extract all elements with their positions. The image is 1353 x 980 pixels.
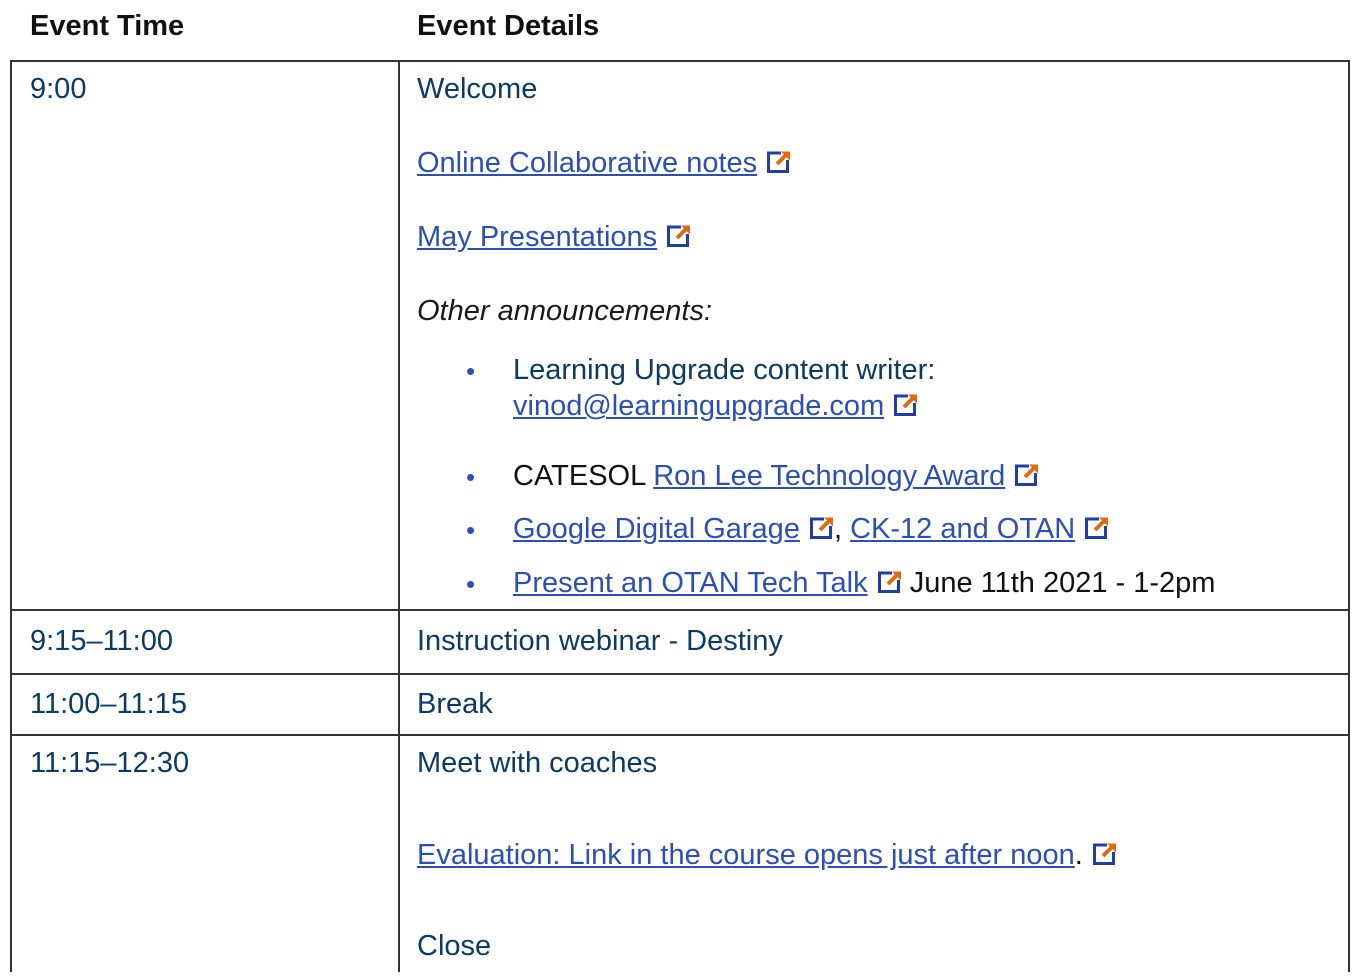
evaluation-link[interactable]: Evaluation: Link in the course opens jus… xyxy=(417,839,1075,871)
bullet-link-row: vinod@learningupgrade.com xyxy=(513,389,918,424)
event-title: Instruction webinar - Destiny xyxy=(417,625,783,657)
row-divider xyxy=(10,673,1350,675)
event-time: 9:15–11:00 xyxy=(30,625,173,657)
external-link-icon[interactable] xyxy=(809,517,834,539)
header-event-details: Event Details xyxy=(417,10,600,42)
bullet-dot: • xyxy=(466,515,476,545)
event-time: 11:00–11:15 xyxy=(30,688,187,720)
ron-lee-award-link[interactable]: Ron Lee Technology Award xyxy=(653,460,1005,492)
collab-notes-link[interactable]: Online Collaborative notes xyxy=(417,147,757,179)
external-link-icon[interactable] xyxy=(1015,464,1039,486)
external-link-icon[interactable] xyxy=(767,151,791,173)
header-event-time: Event Time xyxy=(30,10,185,42)
table-border-left xyxy=(10,60,12,972)
period: . xyxy=(1074,839,1083,871)
bullet-text: CATESOL xyxy=(513,460,646,492)
other-announcements-label: Other announcements: xyxy=(417,295,713,327)
may-presentations-link[interactable]: May Presentations xyxy=(417,221,657,253)
bullet-item: Present an OTAN Tech Talk June 11th 2021… xyxy=(513,566,1215,601)
row-divider xyxy=(10,734,1350,736)
table-border-top xyxy=(10,60,1350,62)
bullet-item: Google Digital Garage, CK-12 and OTAN xyxy=(513,512,1109,547)
ck12-otan-link[interactable]: CK-12 and OTAN xyxy=(850,513,1075,545)
close-text: Close xyxy=(417,930,492,962)
bullet-text: June 11th 2021 - 1-2pm xyxy=(909,567,1216,599)
bullet-text: Learning Upgrade content writer: xyxy=(513,354,936,386)
event-title: Meet with coaches xyxy=(417,747,658,779)
google-digital-garage-link[interactable]: Google Digital Garage xyxy=(513,513,800,545)
event-time: 11:15–12:30 xyxy=(30,747,190,779)
collab-notes-row: Online Collaborative notes xyxy=(417,146,791,181)
bullet-dot: • xyxy=(466,569,476,599)
separator: , xyxy=(833,513,843,545)
external-link-icon[interactable] xyxy=(1085,517,1109,539)
event-time: 9:00 xyxy=(30,73,87,105)
row-divider xyxy=(10,609,1350,611)
may-presentations-row: May Presentations xyxy=(417,220,691,255)
evaluation-row: Evaluation: Link in the course opens jus… xyxy=(417,838,1117,873)
column-divider xyxy=(398,60,400,972)
otan-tech-talk-link[interactable]: Present an OTAN Tech Talk xyxy=(513,567,868,599)
bullet-item: CATESOL Ron Lee Technology Award xyxy=(513,459,1039,494)
event-title: Break xyxy=(417,688,493,720)
external-link-icon[interactable] xyxy=(1092,843,1117,865)
bullet-dot: • xyxy=(466,462,476,492)
external-link-icon[interactable] xyxy=(877,571,902,593)
external-link-icon[interactable] xyxy=(667,225,691,247)
schedule-table: 9:00 Welcome Online Collaborative notes … xyxy=(10,60,1350,980)
table-border-right xyxy=(1348,60,1350,972)
event-title: Welcome xyxy=(417,73,538,105)
vinod-email-link[interactable]: vinod@learningupgrade.com xyxy=(513,390,884,422)
bullet-dot: • xyxy=(466,356,476,386)
external-link-icon[interactable] xyxy=(894,394,918,416)
